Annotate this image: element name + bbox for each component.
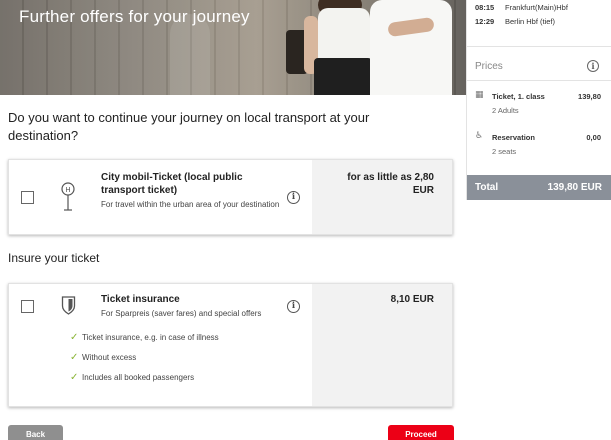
price-item-label: Ticket, 1. class <box>492 92 545 101</box>
insurance-info-icon[interactable]: i <box>287 300 300 313</box>
shield-icon <box>61 296 76 315</box>
reservation-seat-icon: ♿ <box>475 130 484 140</box>
total-value: 139,80 EUR <box>547 182 602 193</box>
journey-summary-sidebar: 08:15 Frankfurt(Main)Hbf 12:29 Berlin Hbf … <box>466 0 611 200</box>
departure-time: 08:15 <box>475 3 495 12</box>
insurance-checkbox[interactable] <box>21 300 34 313</box>
arrival-time: 12:29 <box>475 17 495 26</box>
insurance-feature: ✓ Without excess <box>70 352 137 363</box>
check-icon: ✓ <box>70 352 79 363</box>
price-item-value: 139,80 <box>578 92 601 101</box>
price-item-label: Reservation <box>492 133 535 142</box>
total-bar: Total 139,80 EUR <box>467 175 611 200</box>
departure-station: Frankfurt(Main)Hbf <box>505 3 568 12</box>
svg-text:H: H <box>65 186 70 194</box>
hero-person-legs <box>314 58 372 95</box>
local-transport-question: Do you want to continue your journey on … <box>8 110 370 143</box>
insurance-description: For Sparpreis (saver fares) and special … <box>101 309 262 318</box>
seat-icon: ▦ <box>475 89 484 99</box>
city-ticket-info-icon[interactable]: i <box>287 191 300 204</box>
insurance-title: Ticket insurance <box>101 294 180 305</box>
check-icon: ✓ <box>70 332 79 343</box>
trip-departure: 08:15 Frankfurt(Main)Hbf <box>475 3 568 12</box>
divider <box>467 80 611 81</box>
insurance-card[interactable]: Ticket insurance For Sparpreis (saver fa… <box>8 283 453 407</box>
city-ticket-card[interactable]: H City mobil-Ticket (local public transp… <box>8 159 453 235</box>
price-item-sub: 2 seats <box>492 147 517 156</box>
proceed-button[interactable]: Proceed <box>388 425 454 440</box>
insure-heading: Insure your ticket <box>8 251 100 265</box>
total-label: Total <box>475 182 499 193</box>
hero-person-left <box>318 8 370 64</box>
trip-arrival: 12:29 Berlin Hbf (tief) <box>475 17 555 26</box>
arrival-station: Berlin Hbf (tief) <box>505 17 556 26</box>
city-ticket-description: For travel within the urban area of your… <box>101 200 280 209</box>
insurance-feature: ✓ Ticket insurance, e.g. in case of illne… <box>70 332 219 343</box>
city-ticket-title: City mobil-Ticket (local public transpor… <box>101 172 243 196</box>
prices-heading: Prices <box>475 61 503 72</box>
prices-info-icon[interactable]: i <box>587 60 599 72</box>
city-ticket-checkbox[interactable] <box>21 191 34 204</box>
check-icon: ✓ <box>70 372 79 383</box>
insurance-feature: ✓ Includes all booked passengers <box>70 372 195 383</box>
divider <box>467 46 611 47</box>
hero-person-right <box>370 0 452 95</box>
back-button[interactable]: Back <box>8 425 63 440</box>
hero-banner: Further offers for your journey <box>0 0 466 95</box>
price-item-value: 0,00 <box>586 133 601 142</box>
page-title: Further offers for your journey <box>19 7 250 26</box>
price-item-sub: 2 Adults <box>492 106 519 115</box>
bus-stop-icon: H <box>61 182 75 211</box>
city-ticket-price: for as little as 2,80 EUR <box>347 172 434 196</box>
insurance-price: 8,10 EUR <box>390 294 434 305</box>
